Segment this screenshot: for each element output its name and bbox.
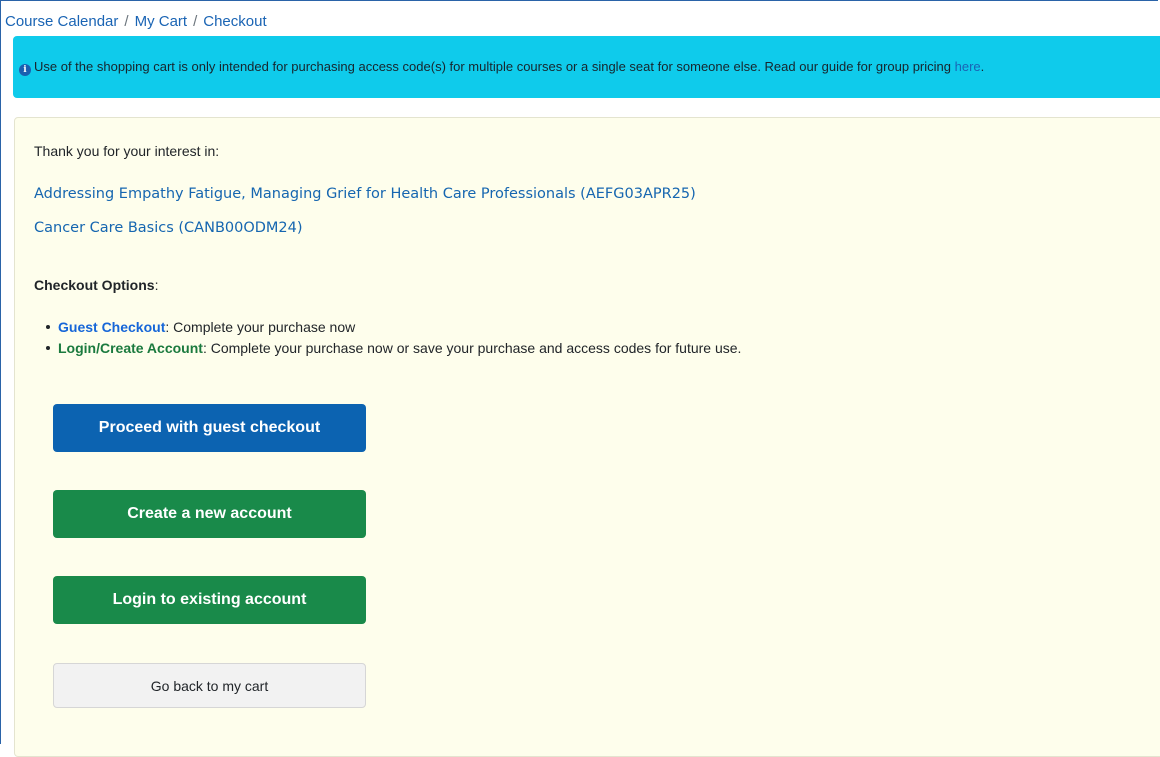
intro-text: Thank you for your interest in:	[34, 143, 220, 159]
go-back-to-cart-button[interactable]: Go back to my cart	[53, 663, 366, 708]
breadcrumb-course-calendar[interactable]: Course Calendar	[5, 13, 118, 30]
course-link-cancer-care-basics[interactable]: Cancer Care Basics (CANB00ODM24)	[34, 218, 303, 238]
list-item: Guest Checkout: Complete your purchase n…	[45, 318, 741, 336]
proceed-guest-checkout-button[interactable]: Proceed with guest checkout	[53, 404, 366, 452]
course-link-empathy-fatigue[interactable]: Addressing Empathy Fatigue, Managing Gri…	[34, 184, 696, 204]
breadcrumb-separator: /	[193, 13, 198, 30]
checkout-options-heading: Checkout Options:	[34, 276, 158, 294]
breadcrumb-my-cart[interactable]: My Cart	[135, 13, 188, 30]
login-create-desc: : Complete your purchase now or save you…	[202, 340, 742, 356]
list-item: Login/Create Account: Complete your purc…	[45, 339, 742, 357]
breadcrumb-checkout[interactable]: Checkout	[203, 13, 266, 30]
guest-checkout-desc: : Complete your purchase now	[165, 319, 356, 335]
breadcrumb: Course Calendar / My Cart / Checkout	[5, 12, 267, 32]
guest-checkout-label: Guest Checkout	[58, 319, 166, 335]
checkout-options-list: Guest Checkout: Complete your purchase n…	[45, 318, 742, 360]
banner-text: Use of the shopping cart is only intende…	[34, 59, 955, 74]
heading-colon: :	[154, 277, 159, 293]
checkout-options-title: Checkout Options	[34, 277, 155, 293]
create-account-button[interactable]: Create a new account	[53, 490, 366, 538]
breadcrumb-separator: /	[124, 13, 129, 30]
banner-trailing: .	[980, 59, 985, 74]
group-pricing-link[interactable]: here	[955, 59, 981, 74]
info-circle-icon: i	[19, 64, 31, 76]
login-existing-account-button[interactable]: Login to existing account	[53, 576, 366, 624]
info-banner: i Use of the shopping cart is only intend…	[13, 36, 1160, 98]
login-create-label: Login/Create Account	[58, 340, 203, 356]
info-banner-message: i Use of the shopping cart is only intend…	[19, 58, 984, 76]
